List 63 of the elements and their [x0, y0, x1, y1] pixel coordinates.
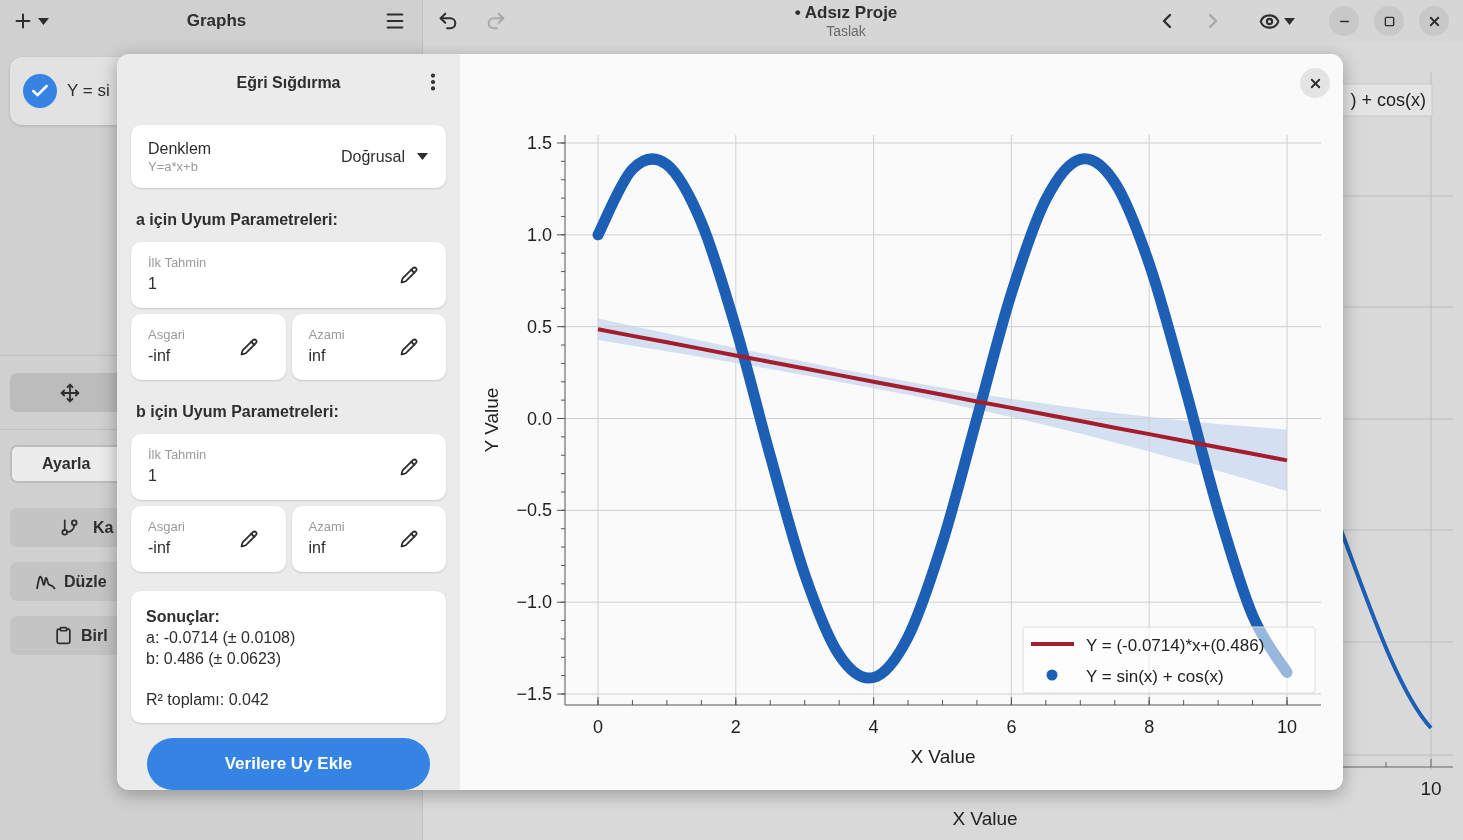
legend-line-icon — [1031, 642, 1074, 646]
input-field[interactable]: Asgari -inf — [131, 314, 286, 381]
caret-icon — [417, 153, 428, 161]
checkbox[interactable] — [23, 74, 57, 108]
tick-label: 0.0 — [526, 408, 552, 429]
add-fit-button[interactable]: Verilere Uy Ekle — [147, 737, 430, 790]
input-field[interactable]: Asgari -inf — [131, 506, 286, 573]
close-button[interactable] — [1300, 68, 1330, 98]
row-subtitle: Y=a*x+b — [148, 158, 199, 175]
result-line: a: -0.0714 (± 0.0108) — [146, 628, 297, 649]
redo-icon — [485, 10, 507, 32]
tick-label: 4 — [868, 717, 879, 737]
maximize-icon — [1383, 15, 1395, 27]
close-button[interactable] — [1419, 6, 1449, 36]
caret-icon — [1284, 17, 1295, 25]
tick-label: −1.5 — [516, 684, 552, 704]
row-title: Denklem — [148, 138, 212, 159]
result-line: b: 0.486 (± 0.0623) — [146, 649, 283, 670]
window-title: • Adsız Proje — [794, 1, 898, 23]
tick-label: −1.0 — [516, 592, 552, 613]
input-field[interactable]: Azami inf — [291, 506, 446, 573]
axis-label: X Value — [910, 746, 976, 767]
results-heading: Sonuçlar: — [146, 607, 221, 628]
tick-label: 2 — [730, 717, 741, 737]
section-heading: a için Uyum Parametreleri: — [135, 210, 339, 231]
pencil-icon — [239, 530, 258, 549]
tick-label: 10 — [1420, 778, 1442, 799]
window-subtitle: Taslak — [826, 22, 866, 41]
maximize-button[interactable] — [1374, 6, 1404, 36]
move-icon — [60, 382, 80, 403]
legend-label: Y = (-0.0714)*x+(0.486) — [1086, 636, 1265, 655]
tick-label: 1.5 — [526, 133, 552, 153]
pencil-icon — [400, 458, 418, 477]
tick-label: 10 — [1277, 717, 1297, 737]
legend-dot-icon — [1046, 669, 1058, 681]
legend-label: Y = sin(x) + cos(x) — [1086, 667, 1224, 686]
branch-icon — [60, 518, 79, 537]
sidebar-title: Graphs — [186, 10, 247, 33]
dialog-title: Eğri Sığdırma — [236, 72, 341, 93]
axis-label: Y Value — [481, 387, 502, 453]
tick-label: 0 — [593, 717, 603, 737]
r-squared-text: R² toplamı: 0.042 — [146, 690, 270, 711]
equation-label: Y = si — [67, 80, 110, 103]
caret-icon — [38, 17, 49, 25]
tick-label: 0.5 — [526, 316, 552, 337]
axis-label: X Value — [952, 808, 1018, 829]
input-field[interactable]: Azami inf — [291, 314, 446, 381]
legend-label: ) + cos(x) — [1350, 90, 1426, 110]
input-field[interactable]: İlk Tahmin 1 — [131, 242, 446, 309]
pencil-icon — [400, 266, 418, 285]
pencil-icon — [239, 338, 258, 357]
section-heading: b için Uyum Parametreleri: — [135, 402, 340, 423]
undo-icon — [437, 10, 459, 32]
tick-label: 1.0 — [526, 224, 552, 245]
undo-button[interactable] — [437, 10, 459, 32]
pencil-icon — [400, 338, 418, 357]
equation-dropdown[interactable]: Doğrusal — [340, 144, 428, 169]
tick-label: −0.5 — [516, 500, 552, 521]
clipboard-icon — [54, 626, 73, 645]
tick-label: 8 — [1144, 717, 1155, 737]
tick-label: 6 — [1006, 717, 1017, 737]
input-field[interactable]: İlk Tahmin 1 — [131, 434, 446, 501]
pencil-icon — [400, 530, 418, 549]
